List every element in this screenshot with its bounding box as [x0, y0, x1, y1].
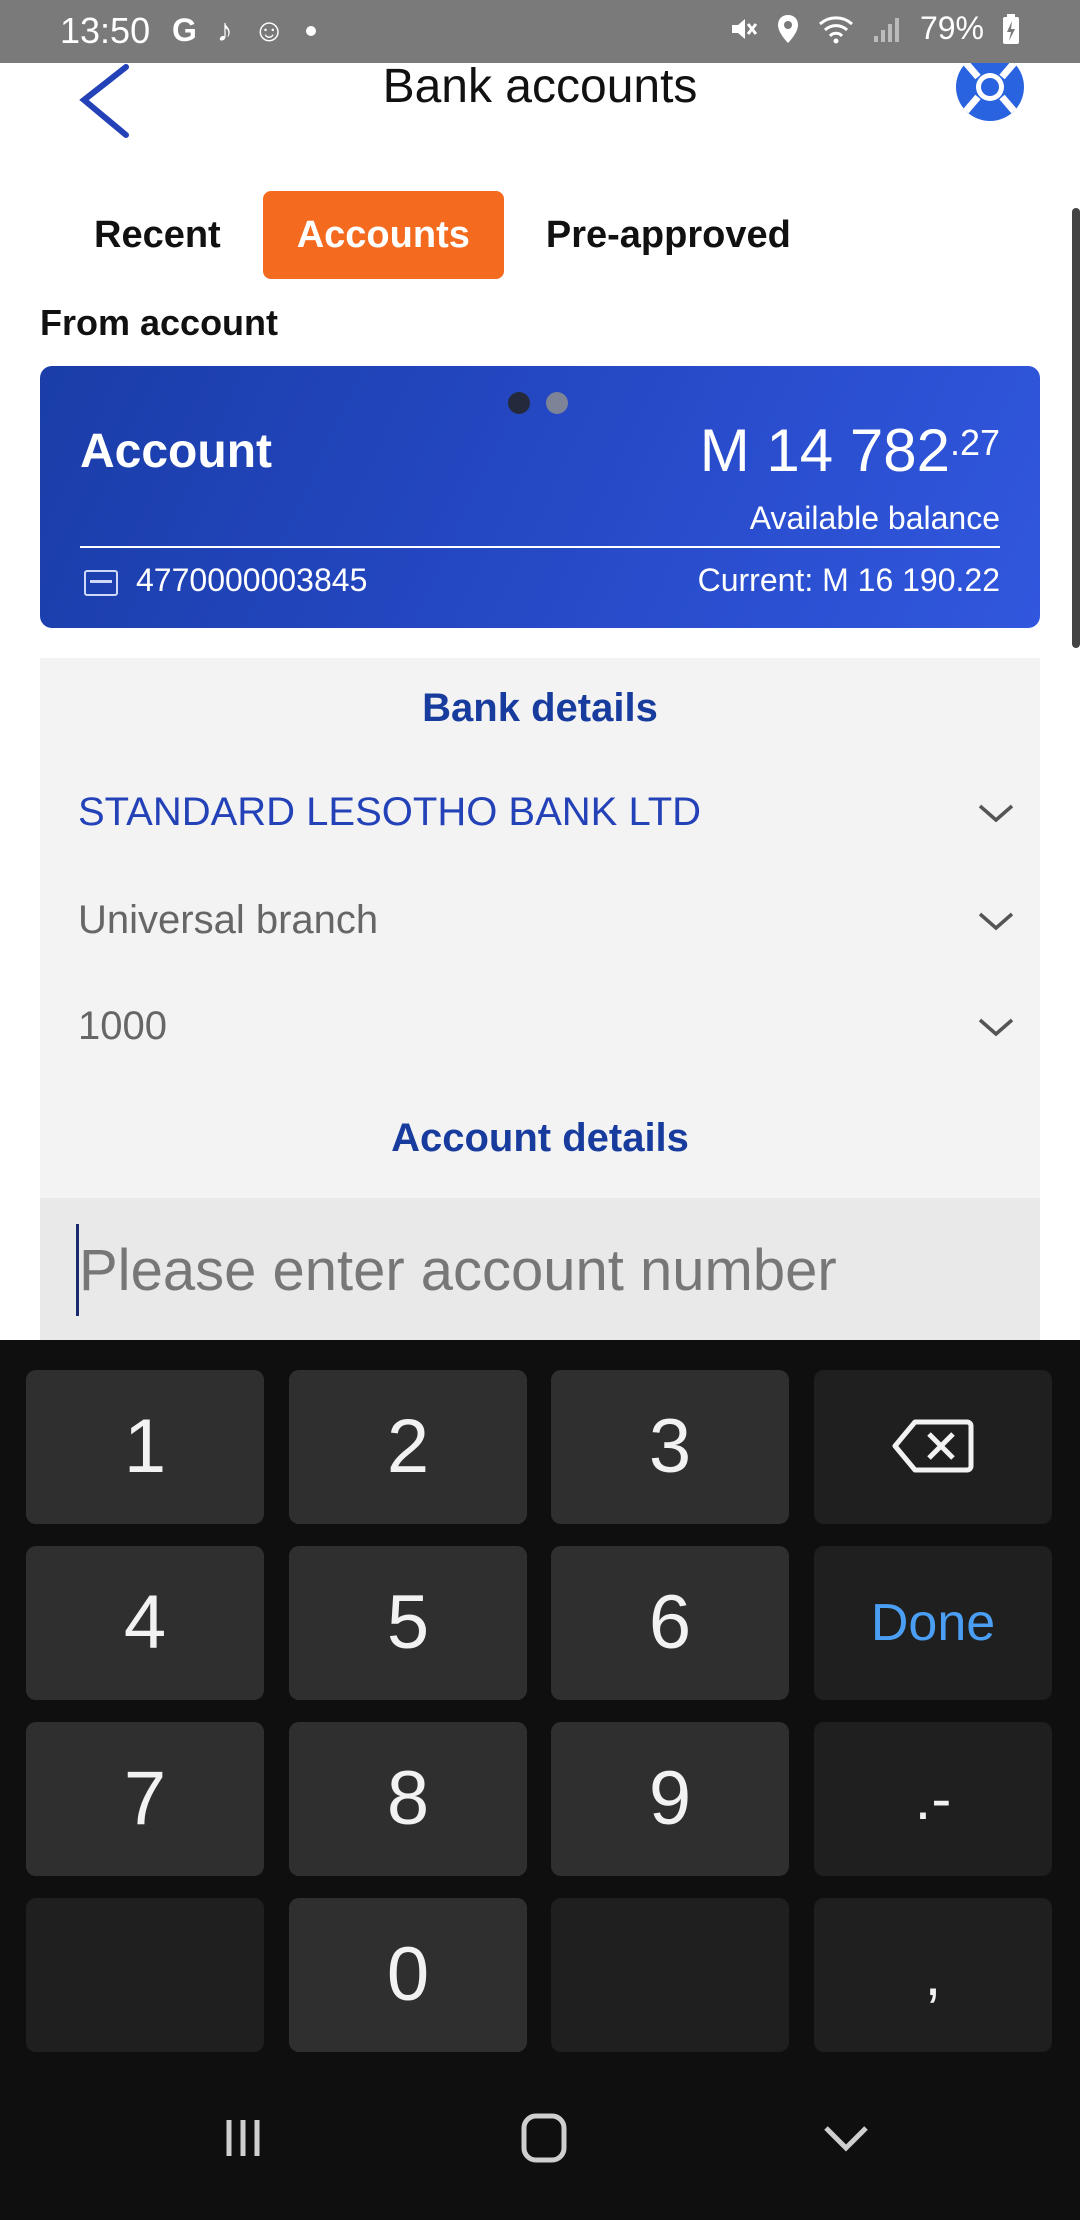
card-divider: [80, 546, 1000, 548]
page-title: Bank accounts: [382, 60, 698, 113]
symbol-key[interactable]: .-: [814, 1722, 1052, 1876]
from-account-label: From account: [40, 302, 279, 343]
balance-main: M 14 782: [699, 417, 950, 484]
signal-icon: [873, 17, 899, 42]
key-9[interactable]: 9: [551, 1722, 789, 1876]
lifebuoy-icon: [956, 53, 1024, 121]
system-nav-bar: [0, 2056, 1080, 2220]
mute-icon: [731, 18, 758, 39]
tab-recent[interactable]: Recent: [60, 191, 255, 279]
key-6[interactable]: 6: [551, 1546, 789, 1700]
status-bar: 13:50 G ♪ ☺ 79%: [0, 0, 1080, 63]
branch-code-value: 1000: [78, 1004, 167, 1048]
battery-charging-icon: [1003, 13, 1019, 44]
branch-code-select[interactable]: 1000: [78, 998, 1016, 1058]
key-7[interactable]: 7: [26, 1722, 264, 1876]
current-balance: Current: M 16 190.22: [697, 562, 1000, 598]
nav-back-icon: [824, 2126, 868, 2152]
key-4[interactable]: 4: [26, 1546, 264, 1700]
card-icon: [84, 570, 118, 596]
chevron-down-icon: [978, 1018, 1014, 1037]
available-balance-label: Available balance: [749, 500, 1000, 536]
tab-accounts[interactable]: Accounts: [262, 191, 504, 279]
account-number-field-wrap: [40, 1198, 1040, 1340]
backspace-key[interactable]: [814, 1370, 1052, 1524]
card-pager: [508, 392, 568, 414]
comma-key[interactable]: ,: [814, 1898, 1052, 2052]
recents-icon: [226, 2120, 260, 2156]
account-number: 4770000003845: [136, 562, 368, 598]
details-panel: Bank details STANDARD LESOTHO BANK LTD U…: [40, 658, 1040, 1340]
from-account-card[interactable]: Account M 14 782.27 Available balance 47…: [40, 366, 1040, 628]
more-notifications-icon: [305, 25, 316, 36]
key-0[interactable]: 0: [289, 1898, 527, 2052]
scrollbar[interactable]: [1072, 208, 1080, 648]
bank-details-title: Bank details: [422, 686, 658, 730]
app-header: Bank accounts: [0, 53, 1080, 183]
wifi-icon: [818, 15, 853, 43]
bank-select-value: STANDARD LESOTHO BANK LTD: [78, 790, 702, 834]
system-icons: 79%: [728, 10, 1020, 47]
key-8[interactable]: 8: [289, 1722, 527, 1876]
empty-key: [551, 1898, 789, 2052]
pager-dot-active[interactable]: [508, 392, 530, 414]
account-details-title: Account details: [391, 1116, 689, 1160]
account-number-input[interactable]: [76, 1224, 1001, 1316]
chevron-down-icon: [978, 804, 1014, 823]
empty-key: [26, 1898, 264, 2052]
bank-select[interactable]: STANDARD LESOTHO BANK LTD: [78, 784, 1016, 844]
backspace-icon: [892, 1419, 974, 1473]
account-type-tabs: Recent Accounts Pre-approved: [60, 190, 825, 280]
google-icon: G: [172, 12, 197, 48]
branch-select-value: Universal branch: [78, 898, 379, 942]
account-name: Account: [80, 425, 272, 478]
nav-back-button[interactable]: [806, 2108, 886, 2168]
key-1[interactable]: 1: [26, 1370, 264, 1524]
recents-button[interactable]: [203, 2108, 283, 2168]
tab-pre-approved[interactable]: Pre-approved: [512, 191, 825, 279]
home-button[interactable]: [504, 2108, 584, 2168]
help-button[interactable]: [952, 53, 1028, 127]
pager-dot[interactable]: [546, 392, 568, 414]
available-balance: M 14 782.27: [700, 416, 1000, 485]
status-time: 13:50: [60, 10, 151, 51]
chevron-down-icon: [978, 912, 1014, 931]
key-3[interactable]: 3: [551, 1370, 789, 1524]
battery-level: 79%: [919, 10, 984, 46]
key-5[interactable]: 5: [289, 1546, 527, 1700]
tiktok-icon: ♪: [216, 12, 233, 48]
account-icon: ☺: [252, 12, 286, 48]
location-icon: [777, 14, 798, 43]
done-key[interactable]: Done: [814, 1546, 1052, 1700]
home-icon: [521, 2113, 567, 2163]
notification-icons: G ♪ ☺: [172, 12, 316, 49]
key-2[interactable]: 2: [289, 1370, 527, 1524]
numeric-keypad: 1 2 3 4 5 6 Done 7 8 9 .- 0 ,: [0, 1340, 1080, 2056]
balance-cents: .27: [949, 422, 1000, 463]
branch-select[interactable]: Universal branch: [78, 892, 1016, 952]
